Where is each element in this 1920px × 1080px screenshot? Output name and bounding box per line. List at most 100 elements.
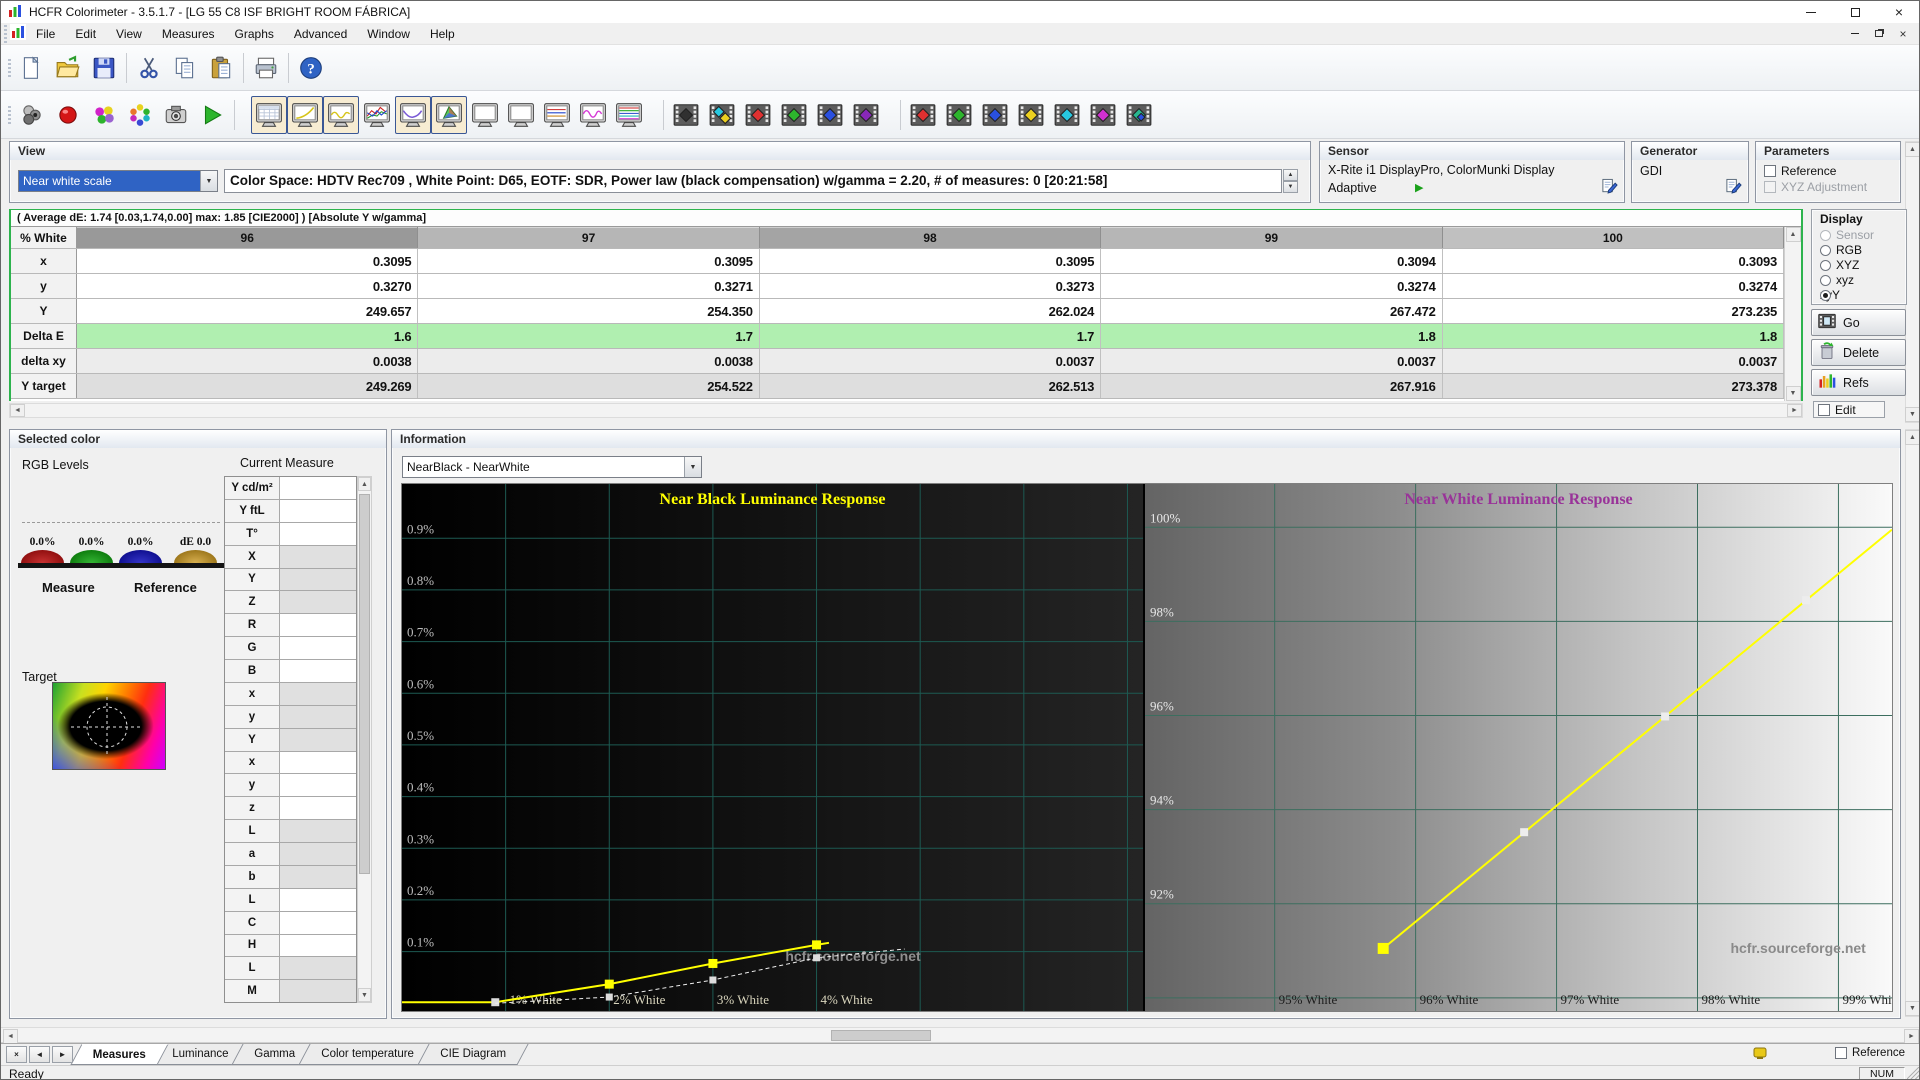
parameter-xyz-adjustment[interactable]: XYZ Adjustment bbox=[1756, 178, 1900, 194]
scroll-right-icon[interactable]: ► bbox=[1787, 404, 1802, 417]
table-cell[interactable]: 1.8 bbox=[1101, 324, 1443, 348]
view-color-bars-button[interactable] bbox=[611, 96, 647, 134]
print-button[interactable] bbox=[248, 49, 284, 87]
saturation-teal-film-button[interactable] bbox=[1121, 96, 1157, 134]
display-mode-xyz[interactable]: XYZ bbox=[1812, 257, 1906, 272]
radio-icon[interactable] bbox=[1820, 289, 1831, 301]
measure-multi-film-button[interactable] bbox=[704, 96, 740, 134]
display-mode-xyy[interactable]: xyY bbox=[1812, 287, 1906, 302]
measure-dark-film-button[interactable] bbox=[668, 96, 704, 134]
measure-green-film-button[interactable] bbox=[776, 96, 812, 134]
menu-item-measures[interactable]: Measures bbox=[152, 24, 225, 44]
cut-button[interactable] bbox=[131, 49, 167, 87]
table-column-header[interactable]: 97 bbox=[418, 227, 760, 248]
graph-selector[interactable]: NearBlack - NearWhite ▼ bbox=[402, 456, 702, 478]
main-vertical-scrollbar[interactable]: ▲ ▼ bbox=[1905, 429, 1919, 1017]
scroll-down-icon[interactable]: ▼ bbox=[1905, 1001, 1919, 1016]
view-data-grid-button[interactable] bbox=[251, 95, 287, 134]
generator-settings-icon[interactable] bbox=[1725, 178, 1742, 198]
saturation-magenta-film-button[interactable] bbox=[1085, 96, 1121, 134]
measure-color-balls-button[interactable] bbox=[86, 96, 122, 134]
menu-item-view[interactable]: View bbox=[106, 24, 152, 44]
mdi-close-button[interactable]: × bbox=[1891, 25, 1915, 43]
scroll-down-icon[interactable]: ▼ bbox=[1785, 386, 1801, 401]
table-cell[interactable]: 0.3094 bbox=[1101, 249, 1443, 273]
table-column-header[interactable]: 100 bbox=[1442, 227, 1785, 248]
scroll-right-icon[interactable]: ► bbox=[1904, 1029, 1919, 1044]
table-cell[interactable]: 0.0037 bbox=[1442, 349, 1785, 373]
scroll-down-icon[interactable]: ▼ bbox=[1905, 407, 1919, 422]
save-button[interactable] bbox=[86, 49, 122, 87]
table-cell[interactable]: 1.7 bbox=[759, 324, 1102, 348]
table-cell[interactable]: 0.0037 bbox=[1101, 349, 1443, 373]
checkbox-icon[interactable] bbox=[1764, 181, 1776, 193]
go-button[interactable]: Go bbox=[1811, 309, 1906, 336]
table-cell[interactable]: 0.3270 bbox=[77, 274, 419, 298]
radio-icon[interactable] bbox=[1820, 274, 1831, 286]
scale-selector[interactable]: Near white scale ▼ bbox=[18, 170, 218, 192]
tab-next-button[interactable]: ► bbox=[52, 1046, 73, 1063]
reference-checkbox[interactable]: Reference bbox=[1834, 1047, 1905, 1059]
scroll-up-icon[interactable]: ▲ bbox=[1905, 430, 1919, 445]
saturation-green-film-button[interactable] bbox=[941, 96, 977, 134]
mdi-restore-button[interactable] bbox=[1867, 25, 1891, 43]
saturation-blue-film-button[interactable] bbox=[977, 96, 1013, 134]
parameter-reference[interactable]: Reference bbox=[1756, 162, 1900, 178]
table-cell[interactable]: 1.6 bbox=[77, 324, 419, 348]
scroll-up-icon[interactable]: ▲ bbox=[358, 477, 371, 491]
sensor-settings-icon[interactable] bbox=[1601, 178, 1618, 198]
chevron-down-icon[interactable]: ▼ bbox=[684, 457, 701, 477]
spin-up-icon[interactable]: ▲ bbox=[1283, 169, 1298, 181]
menu-item-edit[interactable]: Edit bbox=[65, 24, 106, 44]
display-mode-rgb[interactable]: RGB bbox=[1812, 242, 1906, 257]
measure-table-scroll-thumb[interactable] bbox=[359, 494, 370, 874]
table-cell[interactable]: 262.024 bbox=[759, 299, 1102, 323]
scroll-left-icon[interactable]: ◄ bbox=[3, 1029, 18, 1044]
view-rb-lines-button[interactable] bbox=[539, 96, 575, 134]
measure-red-ball-button[interactable] bbox=[50, 96, 86, 134]
resize-grip[interactable] bbox=[1907, 1067, 1919, 1079]
table-cell[interactable]: 249.657 bbox=[77, 299, 419, 323]
table-cell[interactable]: 0.3095 bbox=[759, 249, 1102, 273]
tab-prev-button[interactable]: ◄ bbox=[29, 1046, 50, 1063]
paste-button[interactable] bbox=[203, 49, 239, 87]
delete-button[interactable]: Delete bbox=[1811, 339, 1906, 366]
help-button[interactable]: ? bbox=[293, 49, 329, 87]
table-cell[interactable]: 0.3095 bbox=[418, 249, 760, 273]
table-cell[interactable]: 273.378 bbox=[1442, 374, 1785, 398]
tab-close-button[interactable]: × bbox=[6, 1046, 27, 1063]
table-cell[interactable]: 267.916 bbox=[1101, 374, 1443, 398]
table-cell[interactable]: 0.3095 bbox=[77, 249, 419, 273]
table-cell[interactable]: 254.350 bbox=[418, 299, 760, 323]
table-cell[interactable]: 273.235 bbox=[1442, 299, 1785, 323]
table-cell[interactable]: 0.0037 bbox=[759, 349, 1102, 373]
table-cell[interactable]: 1.7 bbox=[418, 324, 760, 348]
table-cell[interactable]: 0.3093 bbox=[1442, 249, 1785, 273]
table-cell[interactable]: 0.0038 bbox=[418, 349, 760, 373]
display-mode-sensor[interactable]: Sensor bbox=[1812, 227, 1906, 242]
menu-item-window[interactable]: Window bbox=[357, 24, 420, 44]
menu-item-graphs[interactable]: Graphs bbox=[225, 24, 284, 44]
saturation-yellow-film-button[interactable] bbox=[1013, 96, 1049, 134]
info-spinner[interactable]: ▲ ▼ bbox=[1283, 169, 1298, 193]
measure-capture-button[interactable] bbox=[158, 96, 194, 134]
table-cell[interactable]: 0.3271 bbox=[418, 274, 760, 298]
table-vertical-scrollbar[interactable]: ▲ ▼ bbox=[1784, 227, 1801, 401]
chevron-down-icon[interactable]: ▼ bbox=[200, 171, 217, 191]
scroll-up-icon[interactable]: ▲ bbox=[1905, 142, 1919, 157]
close-button[interactable]: × bbox=[1877, 1, 1919, 23]
measure-color-ring-button[interactable] bbox=[122, 96, 158, 134]
mdi-minimize-button[interactable] bbox=[1843, 25, 1867, 43]
maximize-button[interactable] bbox=[1833, 1, 1877, 23]
radio-icon[interactable] bbox=[1820, 244, 1831, 256]
scroll-up-icon[interactable]: ▲ bbox=[1785, 227, 1801, 242]
table-cell[interactable]: 249.269 bbox=[77, 374, 419, 398]
measure-blue-film-button[interactable] bbox=[812, 96, 848, 134]
scroll-down-icon[interactable]: ▼ bbox=[358, 988, 371, 1002]
measure-play-button[interactable] bbox=[194, 96, 230, 134]
saturation-cyan-film-button[interactable] bbox=[1049, 96, 1085, 134]
view-cie-gamut-button[interactable] bbox=[431, 95, 467, 134]
view-magenta-wave-button[interactable] bbox=[575, 96, 611, 134]
view-luminance-wave-button[interactable] bbox=[323, 95, 359, 134]
menu-item-advanced[interactable]: Advanced bbox=[284, 24, 357, 44]
